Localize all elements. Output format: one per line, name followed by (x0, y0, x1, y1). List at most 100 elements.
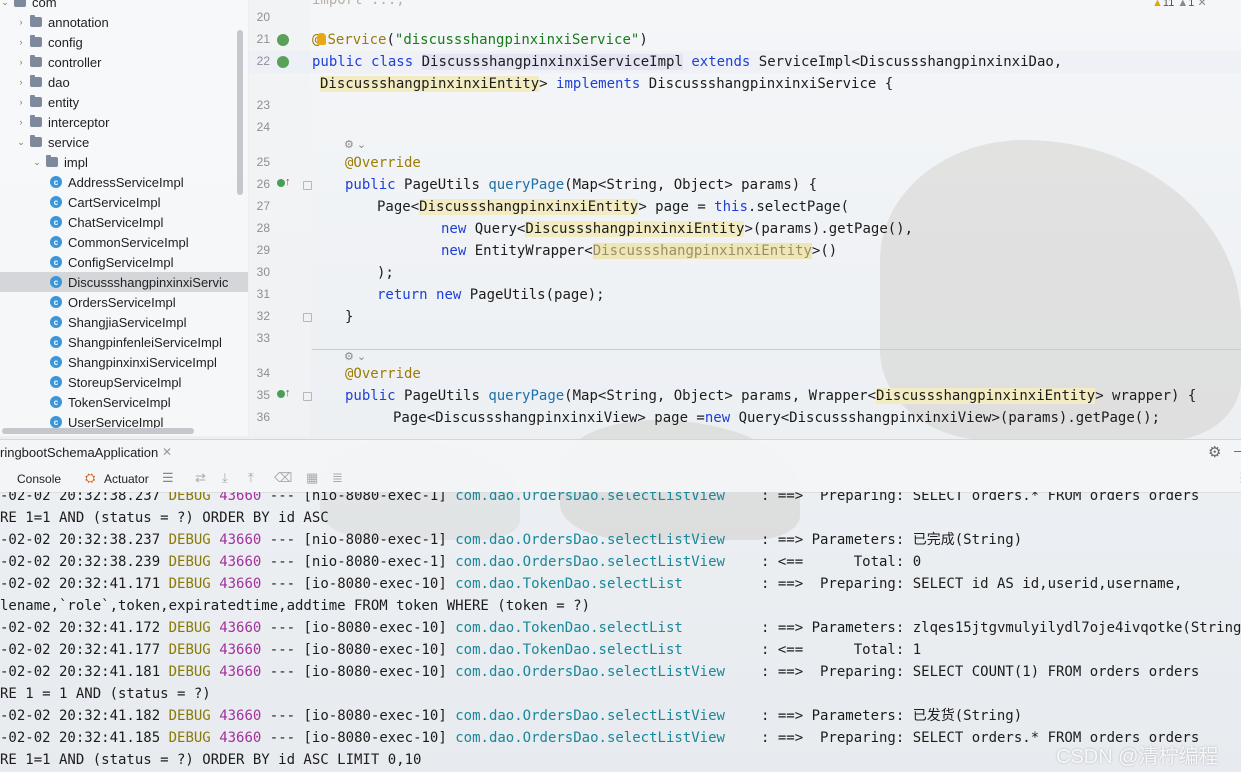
tree-folder[interactable]: › entity (0, 92, 248, 112)
log-thread: --- [io-8080-exec-10] (269, 664, 447, 680)
log-level: DEBUG (168, 532, 211, 548)
line-number[interactable]: 32 (248, 309, 270, 323)
tree-class-item[interactable]: c StoreupServiceImpl (0, 372, 248, 392)
line-number[interactable]: 33 (248, 331, 270, 345)
code-editor[interactable]: import ...; @ Service("discussshangpinxin… (312, 0, 1241, 436)
log-logger[interactable]: com.dao.TokenDao.selectList (455, 576, 683, 592)
log-logger[interactable]: com.dao.OrdersDao.selectListView (455, 730, 725, 746)
log-logger[interactable]: com.dao.OrdersDao.selectListView (455, 532, 725, 548)
inspection-widget[interactable]: ▲11 ▲1 ✕ (1152, 0, 1207, 9)
tree-folder[interactable]: › dao (0, 72, 248, 92)
close-icon[interactable]: ✕ (1197, 0, 1206, 9)
tree-folder[interactable]: › config (0, 32, 248, 52)
line-number[interactable]: 36 (248, 410, 270, 424)
chevron-down-icon[interactable]: ⌄ (0, 0, 10, 8)
code-line-29: new EntityWrapper<DiscussshangpinxinxiEn… (441, 243, 838, 259)
inlay-hint-icon[interactable]: ⚙︎ ⌄ (344, 138, 366, 151)
fold-marker[interactable] (303, 181, 312, 190)
tree-item-label: impl (64, 154, 88, 170)
override-icon[interactable] (277, 390, 285, 398)
tree-class-item[interactable]: c ShangjiaServiceImpl (0, 312, 248, 332)
console-output[interactable]: -02-02 20:32:38.237 DEBUG 43660 --- [nio… (0, 492, 1241, 772)
tree-folder[interactable]: › controller (0, 52, 248, 72)
tree-class-item[interactable]: c CartServiceImpl (0, 192, 248, 212)
chevron-down-icon[interactable]: ⌄ (16, 137, 26, 148)
chevron-right-icon[interactable]: › (16, 17, 26, 27)
table-icon[interactable]: ▦ (306, 470, 318, 486)
line-number[interactable]: 28 (248, 221, 270, 235)
tree-class-item[interactable]: c ChatServiceImpl (0, 212, 248, 232)
override-icon[interactable] (277, 179, 285, 187)
line-number[interactable]: 26 (248, 177, 270, 191)
close-tab-icon[interactable]: ✕ (162, 445, 172, 459)
line-number[interactable]: 21 (248, 32, 270, 46)
line-number[interactable]: 23 (248, 98, 270, 112)
tab-console[interactable]: Console (17, 472, 61, 486)
log-logger[interactable]: com.dao.TokenDao.selectList (455, 642, 683, 658)
log-logger[interactable]: com.dao.TokenDao.selectList (455, 620, 683, 636)
line-number[interactable]: 24 (248, 120, 270, 134)
class-icon: c (50, 396, 62, 408)
console-line: RE 1 = 1 AND (status = ?) (0, 683, 211, 705)
inlay-hint-icon[interactable]: ⚙︎ ⌄ (344, 350, 366, 363)
bean-icon[interactable] (277, 34, 289, 46)
tab-actuator[interactable]: Actuator (104, 472, 149, 486)
minimize-icon[interactable]: — (1234, 442, 1241, 458)
tree-class-item[interactable]: c ShangpinxinxiServiceImpl (0, 352, 248, 372)
project-tree[interactable]: ⌄ com › annotation › config › controller › dao › en… (0, 0, 249, 436)
log-logger[interactable]: com.dao.OrdersDao.selectListView (455, 492, 725, 504)
line-number[interactable]: 20 (248, 10, 270, 24)
run-config-tab[interactable]: ringbootSchemaApplication (0, 445, 158, 460)
console-text: RE 1 = 1 AND (status = ?) (0, 686, 211, 702)
tree-class-item[interactable]: c ConfigServiceImpl (0, 252, 248, 272)
settings-gear-icon[interactable]: ⚙ (1208, 443, 1221, 461)
scroll-down-icon[interactable]: ⤓ (222, 470, 228, 486)
line-number[interactable]: 29 (248, 243, 270, 257)
tree-folder[interactable]: › annotation (0, 12, 248, 32)
scroll-up-icon[interactable]: ⤒ (248, 470, 254, 486)
log-thread: --- [io-8080-exec-10] (269, 642, 447, 658)
line-number[interactable]: 34 (248, 366, 270, 380)
more-icon[interactable]: ⋮ (1235, 470, 1241, 486)
tree-class-item[interactable]: c DiscussshangpinxinxiServic (0, 272, 248, 292)
tree-vertical-scrollbar[interactable] (237, 30, 243, 195)
chevron-down-icon[interactable]: ⌄ (32, 157, 42, 168)
log-thread: --- [io-8080-exec-10] (269, 708, 447, 724)
line-number[interactable]: 30 (248, 265, 270, 279)
tree-class-item[interactable]: c TokenServiceImpl (0, 392, 248, 412)
chevron-right-icon[interactable]: › (16, 37, 26, 47)
chevron-right-icon[interactable]: › (16, 117, 26, 127)
log-timestamp: -02-02 20:32:41.177 (0, 642, 161, 658)
tree-folder[interactable]: ⌄ impl (0, 152, 248, 172)
code-line-22-wrapped: DiscussshangpinxinxiEntity> implements D… (320, 76, 894, 92)
tree-horizontal-scrollbar[interactable] (2, 428, 194, 434)
warning-icon: ▲ (1152, 0, 1163, 9)
tree-class-item[interactable]: c AddressServiceImpl (0, 172, 248, 192)
menu-icon[interactable]: ☰ (162, 470, 174, 486)
log-logger[interactable]: com.dao.OrdersDao.selectListView (455, 708, 725, 724)
tree-folder[interactable]: › interceptor (0, 112, 248, 132)
fold-marker[interactable] (303, 313, 312, 322)
line-number[interactable]: 35 (248, 388, 270, 402)
fold-marker[interactable] (303, 392, 312, 401)
tree-class-item[interactable]: c CommonServiceImpl (0, 232, 248, 252)
tree-folder[interactable]: ⌄ service (0, 132, 248, 152)
tree-item-label: DiscussshangpinxinxiServic (68, 274, 229, 290)
tree-class-item[interactable]: c OrdersServiceImpl (0, 292, 248, 312)
line-number[interactable]: 25 (248, 155, 270, 169)
line-number[interactable]: 31 (248, 287, 270, 301)
line-number[interactable]: 27 (248, 199, 270, 213)
chevron-right-icon[interactable]: › (16, 97, 26, 107)
tree-folder[interactable]: ⌄ com (0, 0, 248, 12)
log-logger[interactable]: com.dao.OrdersDao.selectListView (455, 664, 725, 680)
restore-layout-icon[interactable]: ⇄ (195, 470, 206, 486)
clear-icon[interactable]: ⌫ (274, 470, 292, 486)
chevron-right-icon[interactable]: › (16, 77, 26, 87)
chevron-right-icon[interactable]: › (16, 57, 26, 67)
log-logger[interactable]: com.dao.OrdersDao.selectListView (455, 554, 725, 570)
line-number[interactable]: 22 (248, 54, 270, 68)
tree-class-item[interactable]: c ShangpinfenleiServiceImpl (0, 332, 248, 352)
filter-icon[interactable]: ≣ (332, 470, 343, 486)
bean-icon[interactable] (277, 56, 289, 68)
bulb-icon[interactable] (317, 33, 327, 45)
